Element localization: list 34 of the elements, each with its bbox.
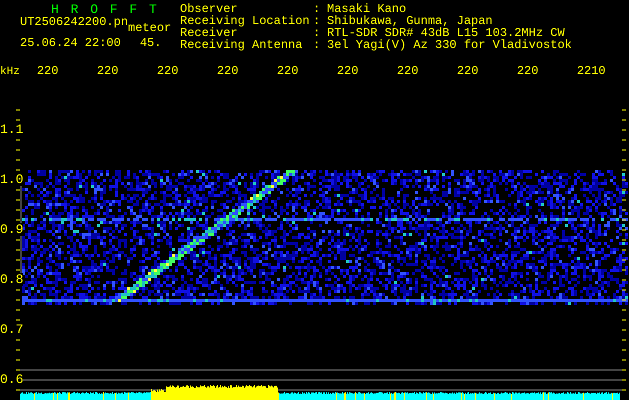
separator: : — [313, 27, 322, 39]
axis-label: 0.8 — [0, 273, 24, 286]
event-type: meteor — [128, 22, 172, 34]
info-value: 3el Yagi(V) Az 330 for Vladivostok — [327, 39, 572, 51]
axis-label: 1.1 — [0, 123, 24, 136]
separator: : — [313, 39, 322, 51]
info-label: Receiving Location — [180, 15, 311, 27]
info-value: Masaki Kano — [327, 3, 406, 15]
axis-label: 2210 — [576, 64, 606, 78]
separator: : — [313, 15, 322, 27]
axis-label: 220 — [396, 64, 418, 78]
info-value: RTL-SDR SDR# 43dB L15 103.2MHz CW — [327, 27, 565, 39]
info-label: Receiver — [180, 27, 238, 39]
axis-label: 1.0 — [0, 173, 24, 186]
axis-label: 220 — [156, 64, 178, 78]
axis-label: 220 — [516, 64, 538, 78]
file-name: UT2506242200.pn — [20, 16, 128, 29]
axis-label: 220 — [36, 64, 58, 78]
axis-label: 0.6 — [0, 373, 24, 386]
separator: : — [313, 3, 322, 15]
info-value: Shibukawa, Gunma, Japan — [327, 15, 493, 27]
axis-unit: kHz — [0, 64, 20, 80]
axis-label: 220 — [276, 64, 298, 78]
info-label: Observer — [180, 3, 238, 15]
date-time: 25.06.24 22:00 — [20, 37, 121, 49]
axis-label: 220 — [456, 64, 478, 78]
app-title: H R O F F T — [50, 3, 160, 16]
event-count: 45. — [140, 37, 162, 49]
axis-label: 220 — [216, 64, 238, 78]
axis-label: 0.7 — [0, 323, 24, 336]
axis-label: 0.9 — [0, 223, 24, 236]
axis-label: 220 — [336, 64, 358, 78]
axis-label: 220 — [96, 64, 118, 78]
info-label: Receiving Antenna — [180, 39, 304, 51]
